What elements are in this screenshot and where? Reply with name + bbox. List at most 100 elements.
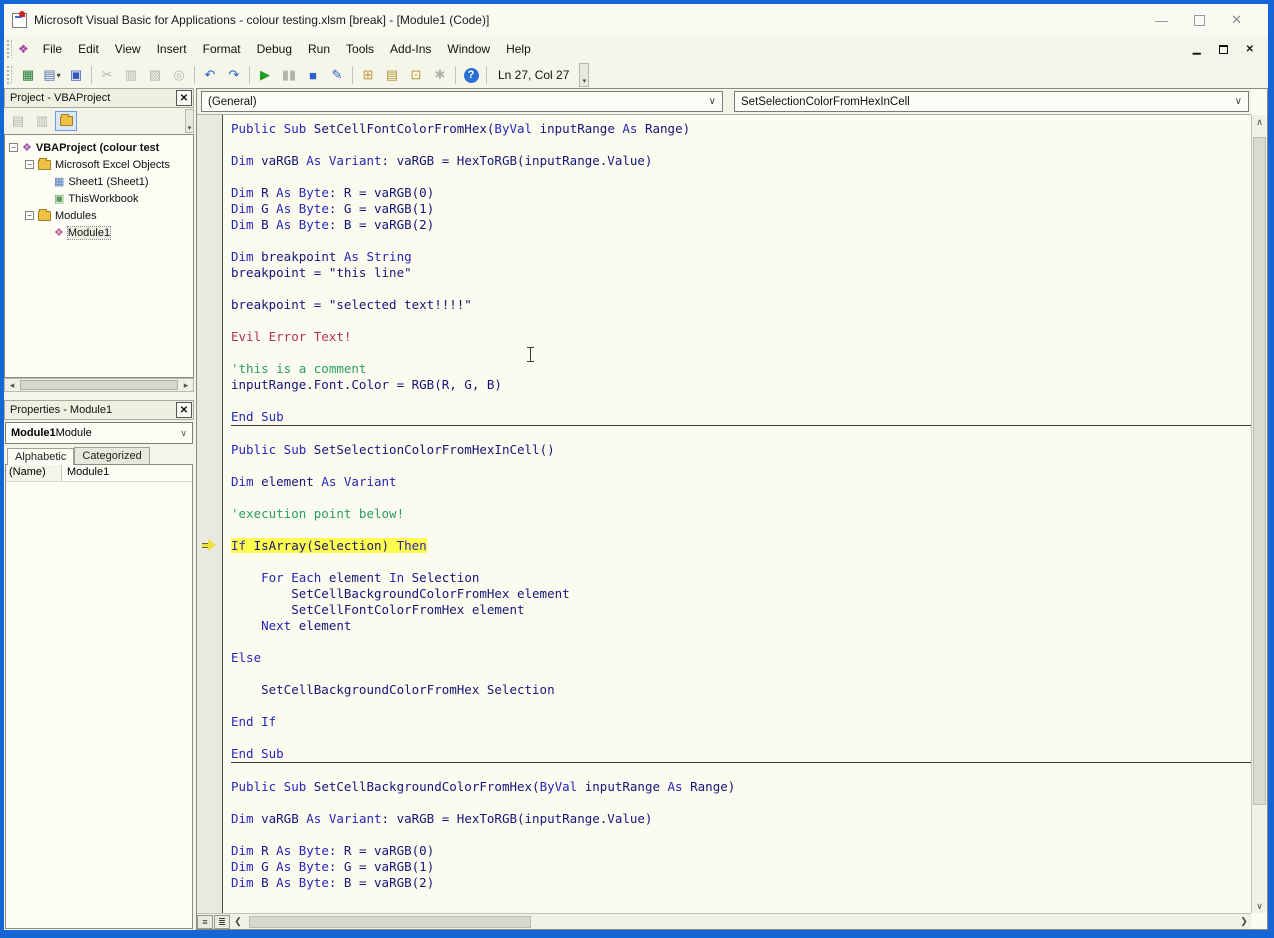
code-line[interactable] bbox=[231, 281, 1251, 297]
code-line[interactable]: Else bbox=[231, 650, 1251, 666]
menu-item-insert[interactable]: Insert bbox=[149, 38, 195, 60]
menu-item-format[interactable]: Format bbox=[195, 38, 249, 60]
toolbar-options-icon[interactable]: ▾ bbox=[579, 63, 589, 87]
menu-item-run[interactable]: Run bbox=[300, 38, 338, 60]
menu-item-window[interactable]: Window bbox=[439, 38, 498, 60]
find-icon[interactable]: ◎ bbox=[168, 65, 190, 85]
menu-item-tools[interactable]: Tools bbox=[338, 38, 382, 60]
break-icon[interactable]: ▮▮ bbox=[278, 65, 300, 85]
code-line[interactable] bbox=[231, 393, 1251, 409]
toggle-folders-button[interactable] bbox=[55, 111, 77, 131]
collapse-icon[interactable]: − bbox=[25, 211, 34, 220]
help-icon[interactable]: ? bbox=[460, 65, 482, 85]
paste-icon[interactable]: ▧ bbox=[144, 65, 166, 85]
code-line[interactable] bbox=[231, 233, 1251, 249]
code-line[interactable] bbox=[231, 490, 1251, 506]
tab-alphabetic[interactable]: Alphabetic bbox=[7, 448, 74, 465]
code-line[interactable]: 'execution point below! bbox=[231, 506, 1251, 522]
procedure-dropdown[interactable]: SetSelectionColorFromHexInCell ∨ bbox=[734, 91, 1249, 112]
project-panel-close-icon[interactable]: ✕ bbox=[176, 90, 192, 106]
view-code-button[interactable]: ▤ bbox=[7, 111, 29, 131]
code-line[interactable]: Dim vaRGB As Variant: vaRGB = HexToRGB(i… bbox=[231, 811, 1251, 827]
scroll-thumb[interactable] bbox=[249, 916, 531, 928]
title-bar[interactable]: Microsoft Visual Basic for Applications … bbox=[4, 4, 1268, 36]
code-line[interactable]: End If bbox=[231, 714, 1251, 730]
menu-item-addins[interactable]: Add-Ins bbox=[382, 38, 439, 60]
code-line[interactable]: breakpoint = "this line" bbox=[231, 265, 1251, 281]
save-icon[interactable]: ▣ bbox=[65, 65, 87, 85]
tree-item-sheet1-sheet1[interactable]: ▦Sheet1 (Sheet1) bbox=[5, 173, 193, 190]
scroll-thumb[interactable] bbox=[1253, 137, 1266, 805]
code-line[interactable] bbox=[231, 345, 1251, 361]
code-line[interactable]: Dim R As Byte: R = vaRGB(0) bbox=[231, 185, 1251, 201]
maximize-icon[interactable] bbox=[1194, 15, 1205, 26]
copy-icon[interactable]: ▥ bbox=[120, 65, 142, 85]
toolbox-icon[interactable]: ✱ bbox=[429, 65, 451, 85]
view-excel-icon[interactable]: ▦ bbox=[17, 65, 39, 85]
toolbar-grip[interactable] bbox=[7, 66, 12, 84]
code-line[interactable] bbox=[231, 169, 1251, 185]
code-line[interactable]: Dim B As Byte: B = vaRGB(2) bbox=[231, 217, 1251, 233]
mdi-minimize-icon[interactable]: ▁ bbox=[1193, 44, 1201, 55]
mdi-close-icon[interactable]: ✕ bbox=[1246, 44, 1254, 55]
code-editor[interactable]: Public Sub SetCellFontColorFromHex(ByVal… bbox=[197, 115, 1251, 913]
code-line[interactable]: End Sub bbox=[231, 746, 1251, 763]
tab-categorized[interactable]: Categorized bbox=[74, 447, 149, 464]
code-line[interactable] bbox=[231, 763, 1251, 779]
scroll-left-icon[interactable]: ❮ bbox=[231, 916, 245, 927]
project-tree-hscrollbar[interactable]: ◂ ▸ bbox=[4, 378, 194, 392]
mdi-restore-icon[interactable] bbox=[1219, 45, 1228, 54]
code-line[interactable] bbox=[231, 426, 1251, 442]
code-margin[interactable] bbox=[197, 115, 223, 913]
code-line[interactable]: Public Sub SetCellBackgroundColorFromHex… bbox=[231, 779, 1251, 795]
close-icon[interactable]: ✕ bbox=[1231, 12, 1242, 28]
code-line[interactable] bbox=[231, 795, 1251, 811]
code-line[interactable]: Dim element As Variant bbox=[231, 474, 1251, 490]
scroll-left-icon[interactable]: ◂ bbox=[5, 380, 19, 391]
procedure-view-button[interactable]: ≡ bbox=[197, 915, 213, 929]
collapse-icon[interactable]: − bbox=[9, 143, 18, 152]
code-line[interactable]: Dim R As Byte: R = vaRGB(0) bbox=[231, 843, 1251, 859]
code-line[interactable]: Public Sub SetCellFontColorFromHex(ByVal… bbox=[231, 121, 1251, 137]
redo-icon[interactable]: ↷ bbox=[223, 65, 245, 85]
properties-panel-close-icon[interactable]: ✕ bbox=[176, 402, 192, 418]
scroll-up-icon[interactable]: ∧ bbox=[1252, 115, 1267, 129]
tree-item-modules[interactable]: −Modules bbox=[5, 207, 193, 224]
menu-item-view[interactable]: View bbox=[107, 38, 149, 60]
code-line[interactable]: Next element bbox=[231, 618, 1251, 634]
object-dropdown[interactable]: (General) ∨ bbox=[201, 91, 723, 112]
properties-window-icon[interactable]: ▤ bbox=[381, 65, 403, 85]
code-line[interactable]: Dim breakpoint As String bbox=[231, 249, 1251, 265]
insert-object-icon[interactable]: ▤▾ bbox=[41, 65, 63, 85]
scroll-right-icon[interactable]: ▸ bbox=[179, 380, 193, 391]
code-line[interactable] bbox=[231, 554, 1251, 570]
code-line[interactable]: Public Sub SetSelectionColorFromHexInCel… bbox=[231, 442, 1251, 458]
code-line[interactable]: Dim G As Byte: G = vaRGB(1) bbox=[231, 201, 1251, 217]
code-line[interactable]: Evil Error Text! bbox=[231, 329, 1251, 345]
panel-divider[interactable] bbox=[4, 392, 194, 400]
tree-item-module1[interactable]: ❖Module1 bbox=[5, 224, 193, 241]
property-row[interactable]: (Name)Module1 bbox=[6, 465, 192, 482]
code-line[interactable]: breakpoint = "selected text!!!!" bbox=[231, 297, 1251, 313]
code-line[interactable]: If IsArray(Selection) Then bbox=[231, 538, 1251, 554]
code-line[interactable]: SetCellBackgroundColorFromHex element bbox=[231, 586, 1251, 602]
full-module-view-button[interactable]: ≣ bbox=[214, 915, 230, 929]
code-line[interactable] bbox=[231, 827, 1251, 843]
scroll-thumb[interactable] bbox=[20, 380, 178, 390]
menu-item-edit[interactable]: Edit bbox=[70, 38, 107, 60]
cut-icon[interactable]: ✂ bbox=[96, 65, 118, 85]
code-line[interactable] bbox=[231, 634, 1251, 650]
menu-item-help[interactable]: Help bbox=[498, 38, 539, 60]
collapse-icon[interactable]: − bbox=[25, 160, 34, 169]
properties-panel-header[interactable]: Properties - Module1 ✕ bbox=[4, 400, 194, 420]
view-object-button[interactable]: ▥ bbox=[31, 111, 53, 131]
scroll-right-icon[interactable]: ❯ bbox=[1237, 916, 1251, 927]
code-line[interactable]: Dim vaRGB As Variant: vaRGB = HexToRGB(i… bbox=[231, 153, 1251, 169]
code-line[interactable] bbox=[231, 313, 1251, 329]
code-line[interactable]: SetCellFontColorFromHex element bbox=[231, 602, 1251, 618]
project-panel-header[interactable]: Project - VBAProject ✕ bbox=[4, 88, 194, 108]
run-icon[interactable]: ▶ bbox=[254, 65, 276, 85]
project-explorer-icon[interactable]: ⊞ bbox=[357, 65, 379, 85]
code-line[interactable]: For Each element In Selection bbox=[231, 570, 1251, 586]
code-hscrollbar[interactable] bbox=[245, 915, 1237, 929]
